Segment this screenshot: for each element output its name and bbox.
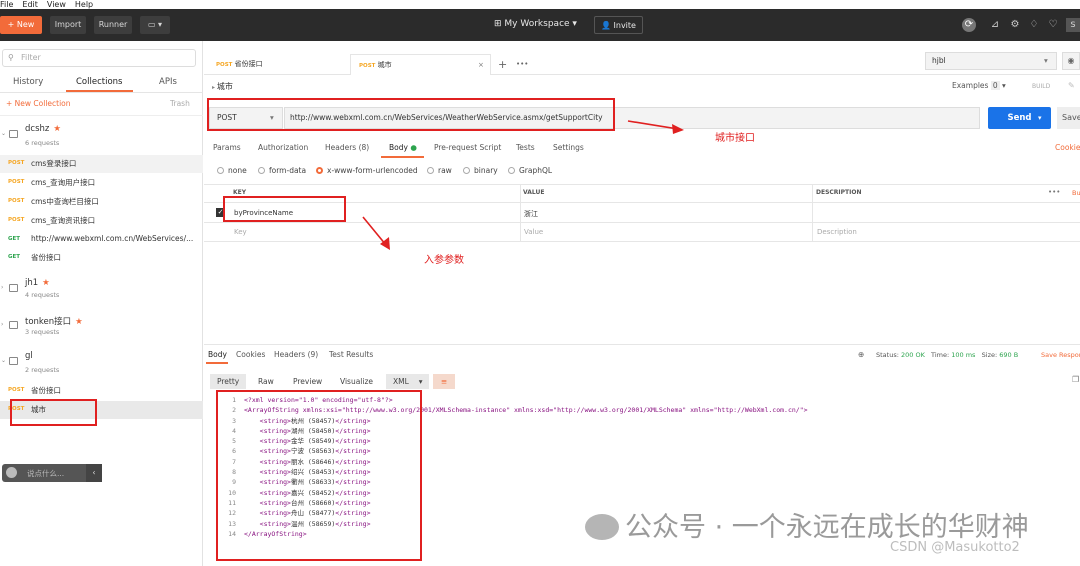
arrow-line [627, 120, 679, 130]
csdn-watermark: CSDN @Masukotto2 [890, 540, 1020, 555]
annotation-city-api: 城市接口 [715, 133, 755, 144]
watermark-text: 公众号 · 一个永远在成长的华财神 [585, 505, 1029, 544]
arrow-line [362, 216, 387, 246]
arrow-head [672, 124, 684, 134]
wechat-icon [585, 514, 619, 540]
annotation-arrows [362, 120, 684, 250]
annotation-input-params: 入参参数 [424, 255, 464, 266]
